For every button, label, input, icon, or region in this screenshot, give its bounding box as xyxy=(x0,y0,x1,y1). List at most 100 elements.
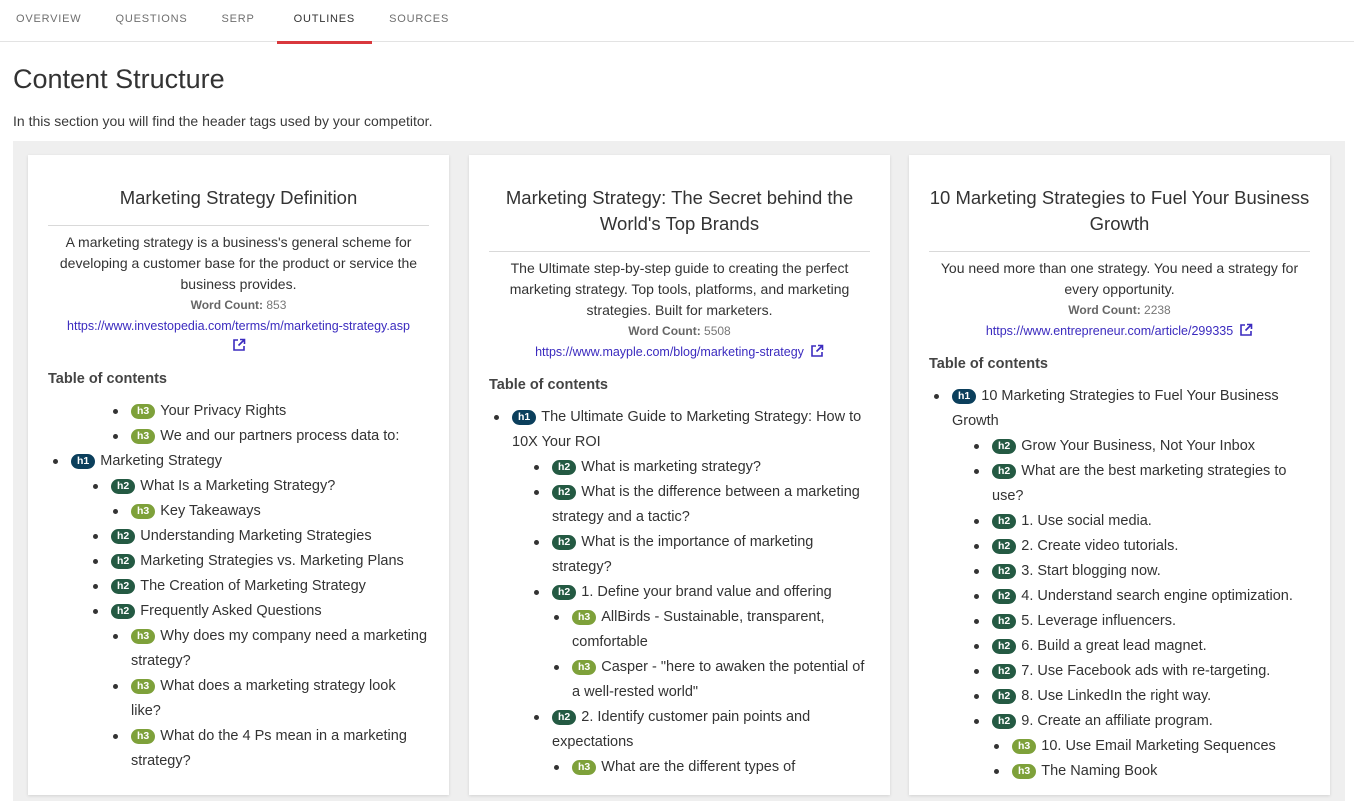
h1-badge: h1 xyxy=(512,410,537,425)
toc-item-text: 6. Build a great lead magnet. xyxy=(1021,638,1207,654)
tab-overview[interactable]: OVERVIEW xyxy=(16,0,82,41)
toc-item-text: AllBirds - Sustainable, transparent, com… xyxy=(572,609,825,650)
toc-item: h1 Marketing Strategy xyxy=(48,449,429,474)
toc-item: h2 2. Identify customer pain points and e… xyxy=(489,705,870,755)
toc-item-text: 1. Define your brand value and offering xyxy=(581,584,832,600)
toc-item-text: What is the difference between a marketi… xyxy=(552,484,860,525)
toc-item: h3 Key Takeaways xyxy=(48,499,429,524)
word-count: Word Count: 5508 xyxy=(489,321,870,342)
toc-item: h3 Casper - "here to awaken the potential… xyxy=(489,655,870,705)
tab-questions[interactable]: QUESTIONS xyxy=(116,0,188,41)
h2-badge: h2 xyxy=(992,639,1017,654)
h3-badge: h3 xyxy=(1012,739,1037,754)
source-link[interactable]: https://www.investopedia.com/terms/m/mar… xyxy=(67,319,410,333)
h3-badge: h3 xyxy=(572,610,597,625)
toc-item: h2 6. Build a great lead magnet. xyxy=(929,634,1310,659)
toc-item: h2 Marketing Strategies vs. Marketing Pla… xyxy=(48,549,429,574)
h3-badge: h3 xyxy=(131,429,156,444)
toc-item: h1 10 Marketing Strategies to Fuel Your B… xyxy=(929,384,1310,434)
h2-badge: h2 xyxy=(992,614,1017,629)
h1-badge: h1 xyxy=(71,454,96,469)
h2-badge: h2 xyxy=(992,464,1017,479)
toc-item: h3 Your Privacy Rights xyxy=(48,399,429,424)
external-link-icon[interactable] xyxy=(810,344,824,364)
competitor-card: Marketing Strategy Definition A marketin… xyxy=(28,155,449,795)
toc-item: h2 1. Use social media. xyxy=(929,509,1310,534)
h3-badge: h3 xyxy=(131,404,156,419)
word-count-value: 853 xyxy=(266,298,287,312)
toc-item-text: 3. Start blogging now. xyxy=(1021,563,1161,579)
h2-badge: h2 xyxy=(552,535,577,550)
card-title: Marketing Strategy Definition xyxy=(48,155,429,226)
toc-item-text: 8. Use LinkedIn the right way. xyxy=(1021,688,1212,704)
toc-item: h2 The Creation of Marketing Strategy xyxy=(48,574,429,599)
toc-item: h2 1. Define your brand value and offerin… xyxy=(489,580,870,605)
h2-badge: h2 xyxy=(111,479,136,494)
toc-item: h3 Why does my company need a marketing s… xyxy=(48,624,429,674)
toc-item-text: Your Privacy Rights xyxy=(160,403,287,419)
toc-item: h2 3. Start blogging now. xyxy=(929,559,1310,584)
toc-item: h3 The Naming Book xyxy=(929,759,1310,784)
h2-badge: h2 xyxy=(552,585,577,600)
toc-item: h2 What are the best marketing strategies… xyxy=(929,459,1310,509)
toc-heading: Table of contents xyxy=(489,377,608,393)
toc-list: h1 10 Marketing Strategies to Fuel Your B… xyxy=(929,384,1310,784)
h1-badge: h1 xyxy=(952,389,977,404)
card-title: 10 Marketing Strategies to Fuel Your Bus… xyxy=(929,155,1310,252)
toc-item-text: 4. Understand search engine optimization… xyxy=(1021,588,1293,604)
tab-serp[interactable]: SERP xyxy=(222,0,255,41)
external-link-icon[interactable] xyxy=(232,338,246,358)
toc-item: h2 8. Use LinkedIn the right way. xyxy=(929,684,1310,709)
toc-item-text: Grow Your Business, Not Your Inbox xyxy=(1021,438,1256,454)
tab-outlines[interactable]: OUTLINES xyxy=(276,0,373,44)
h2-badge: h2 xyxy=(552,460,577,475)
toc-item-text: What are the different types of xyxy=(601,759,796,775)
h2-badge: h2 xyxy=(552,710,577,725)
toc-item-text: The Naming Book xyxy=(1041,763,1158,779)
word-count: Word Count: 2238 xyxy=(929,300,1310,321)
source-link-row: https://www.entrepreneur.com/article/299… xyxy=(929,321,1310,343)
toc-item: h3 We and our partners process data to: xyxy=(48,424,429,449)
source-link[interactable]: https://www.mayple.com/blog/marketing-st… xyxy=(535,345,804,359)
toc-item: h3 What do the 4 Ps mean in a marketing s… xyxy=(48,724,429,774)
toc-item-text: 7. Use Facebook ads with re-targeting. xyxy=(1021,663,1271,679)
competitor-card: Marketing Strategy: The Secret behind th… xyxy=(469,155,890,795)
h3-badge: h3 xyxy=(572,660,597,675)
toc-item-text: 5. Leverage influencers. xyxy=(1021,613,1177,629)
toc-item-text: 9. Create an affiliate program. xyxy=(1021,713,1213,729)
toc-item-text: Why does my company need a marketing str… xyxy=(131,628,428,669)
toc-item-text: The Ultimate Guide to Marketing Strategy… xyxy=(512,409,862,450)
toc-item: h2 9. Create an affiliate program. xyxy=(929,709,1310,734)
toc-item: h2 Grow Your Business, Not Your Inbox xyxy=(929,434,1310,459)
h2-badge: h2 xyxy=(992,439,1017,454)
toc-item-text: Marketing Strategies vs. Marketing Plans xyxy=(140,553,404,569)
h2-badge: h2 xyxy=(111,604,136,619)
toc-list: h1 The Ultimate Guide to Marketing Strate… xyxy=(489,405,870,780)
toc-heading: Table of contents xyxy=(929,356,1048,372)
toc-item-text: What are the best marketing strategies t… xyxy=(992,463,1287,504)
h2-badge: h2 xyxy=(992,539,1017,554)
toc-item-text: What Is a Marketing Strategy? xyxy=(140,478,336,494)
h2-badge: h2 xyxy=(111,554,136,569)
toc-item-text: 10 Marketing Strategies to Fuel Your Bus… xyxy=(952,388,1279,429)
tab-sources[interactable]: SOURCES xyxy=(389,0,449,41)
toc-item: h3 What does a marketing strategy look li… xyxy=(48,674,429,724)
tab-bar: OVERVIEW QUESTIONS SERP OUTLINES SOURCES xyxy=(0,0,1354,44)
h3-badge: h3 xyxy=(1012,764,1037,779)
h2-badge: h2 xyxy=(992,664,1017,679)
toc-item: h3 What are the different types of xyxy=(489,755,870,780)
page-title: Content Structure xyxy=(13,64,225,94)
h2-badge: h2 xyxy=(111,579,136,594)
external-link-icon[interactable] xyxy=(1239,323,1253,343)
toc-item: h2 Understanding Marketing Strategies xyxy=(48,524,429,549)
toc-item: h2 What is the difference between a marke… xyxy=(489,480,870,530)
toc-list: h3 Your Privacy Rights h3 We and our partne… xyxy=(48,399,429,774)
h3-badge: h3 xyxy=(131,504,156,519)
h3-badge: h3 xyxy=(572,760,597,775)
toc-item-text: 2. Identify customer pain points and exp… xyxy=(552,709,811,750)
word-count: Word Count: 853 xyxy=(48,295,429,316)
source-link-row: https://www.investopedia.com/terms/m/mar… xyxy=(48,316,429,358)
toc-item-text: Marketing Strategy xyxy=(100,453,222,469)
source-link[interactable]: https://www.entrepreneur.com/article/299… xyxy=(986,324,1233,338)
toc-item-text: What is marketing strategy? xyxy=(581,459,761,475)
